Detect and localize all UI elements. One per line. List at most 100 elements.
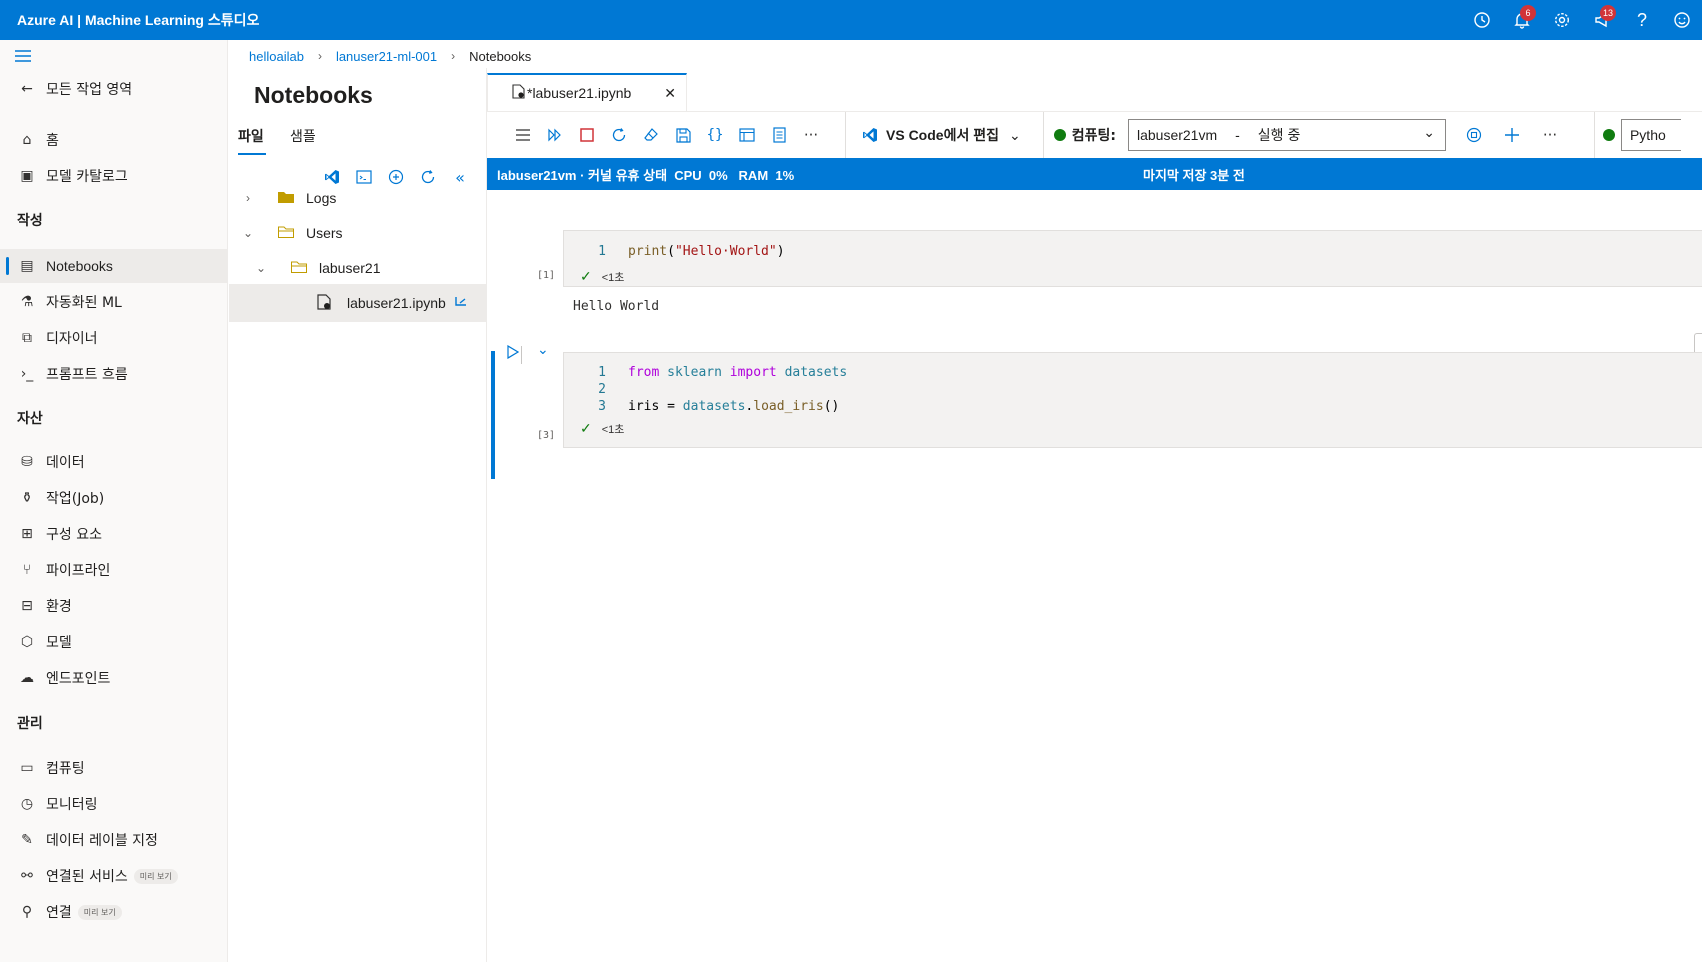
nav-label: Notebooks xyxy=(46,258,113,274)
eraser-icon[interactable] xyxy=(635,119,667,151)
code-line[interactable]: print("Hello·World") xyxy=(628,244,785,259)
nav-label: 파이프라인 xyxy=(46,563,111,579)
nav-data[interactable]: ⛁ 데이터 xyxy=(0,445,228,479)
breadcrumb-current: Notebooks xyxy=(469,48,532,64)
app-title[interactable]: Azure AI | Machine Learning 스튜디오 xyxy=(17,10,259,30)
nav-model-catalog[interactable]: ▣ 모델 카탈로그 xyxy=(0,159,228,193)
nav-endpoints[interactable]: ☁ 엔드포인트 xyxy=(0,661,228,695)
code-line[interactable]: iris = datasets.load_iris() xyxy=(628,399,839,414)
add-compute-icon[interactable] xyxy=(1496,119,1528,151)
nav-pipelines[interactable]: ⑂ 파이프라인 xyxy=(0,553,228,587)
menu-icon[interactable] xyxy=(507,119,539,151)
bell-icon[interactable]: 6 xyxy=(1502,0,1542,40)
variables-icon[interactable]: {} xyxy=(699,119,731,151)
compute-label: 컴퓨팅: xyxy=(1071,128,1116,144)
nav-data-labeling[interactable]: ✎ 데이터 레이블 지정 xyxy=(0,823,228,857)
compute-details-icon[interactable] xyxy=(1458,119,1490,151)
cell-output: Hello World xyxy=(573,299,660,314)
nav-environments[interactable]: ⊟ 환경 xyxy=(0,589,228,623)
tree-item-user-folder[interactable]: ⌄ labuser21 xyxy=(229,249,486,287)
nav-components[interactable]: ⊞ 구성 요소 xyxy=(0,517,228,551)
arrow-left-icon: ← xyxy=(21,81,33,97)
check-icon: ✓ xyxy=(580,268,592,284)
execution-count: [1] xyxy=(537,270,556,281)
notebook-icon: ▤ xyxy=(20,258,34,274)
flask-icon: ⚱ xyxy=(21,490,33,506)
nav-connections[interactable]: ⚲ 연결 미리 보기 xyxy=(0,895,228,929)
help-icon[interactable]: ? xyxy=(1622,0,1662,40)
toolbar-divider xyxy=(1593,112,1595,158)
nav-monitoring[interactable]: ◷ 모니터링 xyxy=(0,787,228,821)
tab-samples[interactable]: 샘플 xyxy=(290,126,316,146)
nav-notebooks[interactable]: ▤ Notebooks xyxy=(0,249,228,283)
nav-models[interactable]: ⬡ 모델 xyxy=(0,625,228,659)
data-icon: ⛁ xyxy=(21,454,33,470)
nav-compute[interactable]: ▭ 컴퓨팅 xyxy=(0,751,228,785)
automl-icon: ⚗ xyxy=(20,294,34,310)
compute-select[interactable]: labuser21vm - 실행 중 ⌄ xyxy=(1127,119,1446,151)
chevron-down-icon[interactable]: ⌄ xyxy=(537,342,549,358)
gear-icon[interactable] xyxy=(1542,0,1582,40)
more-icon[interactable]: ··· xyxy=(1534,119,1566,151)
run-all-icon[interactable] xyxy=(539,119,571,151)
notebook-tab[interactable]: *labuser21.ipynb ✕ xyxy=(487,73,687,111)
nav-label: 환경 xyxy=(46,599,72,615)
outline-icon[interactable] xyxy=(763,119,795,151)
home-icon: ⌂ xyxy=(22,132,32,148)
environment-icon: ⊟ xyxy=(21,598,33,614)
notebook-file-icon xyxy=(512,84,525,102)
chevron-right-icon: › xyxy=(451,49,456,63)
nav-all-workspaces[interactable]: ← 모든 작업 영역 xyxy=(0,72,228,106)
nav-label: 연결 xyxy=(46,905,72,921)
stop-icon[interactable] xyxy=(571,119,603,151)
tree-item-logs[interactable]: › Logs xyxy=(229,179,486,217)
notification-badge: 6 xyxy=(1520,5,1536,21)
megaphone-icon[interactable]: 13 xyxy=(1582,0,1622,40)
section-author: 작성 xyxy=(17,213,43,229)
close-icon[interactable]: ✕ xyxy=(664,85,676,102)
breadcrumb-workspace[interactable]: helloailab xyxy=(249,49,304,64)
preview-tag: 미리 보기 xyxy=(77,904,122,920)
table-of-contents-icon[interactable] xyxy=(731,119,763,151)
feedback-badge: 13 xyxy=(1599,5,1616,21)
kernel-select[interactable]: Pytho xyxy=(1620,119,1681,151)
restart-kernel-icon[interactable] xyxy=(603,119,635,151)
chevron-right-icon: › xyxy=(246,191,250,205)
nav-designer[interactable]: ⧉ 디자이너 xyxy=(0,321,228,355)
chevron-down-icon: ⌄ xyxy=(242,226,254,240)
clock-icon[interactable] xyxy=(1462,0,1502,40)
code-cell[interactable]: 1 2 3 from sklearn import datasets iris … xyxy=(563,352,1702,448)
file-pane: Notebooks 파일 샘플 « › Logs ⌄ Users ⌄ labus… xyxy=(229,68,487,962)
nav-home[interactable]: ⌂ 홈 xyxy=(0,123,228,157)
compute-status: 실행 중 xyxy=(1257,127,1301,143)
folder-icon xyxy=(278,190,294,206)
more-icon[interactable]: ··· xyxy=(795,119,827,151)
nav-label: 연결된 서비스 xyxy=(46,869,128,885)
vscode-edit-button[interactable]: VS Code에서 편집 ⌄ xyxy=(862,125,1021,145)
code-line[interactable]: from sklearn import datasets xyxy=(628,365,847,380)
tree-item-notebook[interactable]: labuser21.ipynb xyxy=(229,284,486,322)
nav-linked-services[interactable]: ⚯ 연결된 서비스 미리 보기 xyxy=(0,859,228,893)
last-saved-text: 마지막 저장 3분 전 xyxy=(1143,167,1245,183)
tree-item-users[interactable]: ⌄ Users xyxy=(229,214,486,252)
left-nav: ← 모든 작업 영역 ⌂ 홈 ▣ 모델 카탈로그 작성 ▤ Notebooks ⚗ 자동화… xyxy=(0,40,228,962)
nav-prompt-flow[interactable]: ›_ 프롬프트 흐름 xyxy=(0,357,228,391)
line-number: 3 xyxy=(598,399,606,414)
smiley-icon[interactable] xyxy=(1662,0,1702,40)
chevron-down-icon: ⌄ xyxy=(1008,126,1021,143)
folder-open-icon xyxy=(278,225,294,241)
code-cell[interactable]: 1 print("Hello·World") ✓ <1초 xyxy=(563,230,1702,287)
save-icon[interactable] xyxy=(667,119,699,151)
tab-files[interactable]: 파일 xyxy=(238,126,266,155)
execution-count: [3] xyxy=(537,430,556,441)
nav-jobs[interactable]: ⚱ 작업(Job) xyxy=(0,481,228,515)
run-cell-icon[interactable] xyxy=(507,344,520,363)
nav-label: 데이터 xyxy=(46,455,85,471)
nav-label: 데이터 레이블 지정 xyxy=(46,833,158,849)
notebook-file-icon xyxy=(317,293,331,313)
hamburger-icon[interactable] xyxy=(14,48,32,67)
nav-automl[interactable]: ⚗ 자동화된 ML xyxy=(0,285,228,319)
breadcrumb-resource[interactable]: lanuser21-ml-001 xyxy=(336,49,437,64)
kernel-status-text: labuser21vm · 커널 유휴 상태 CPU 0% RAM 1% xyxy=(497,167,795,183)
notebook-toolbar: {} ··· VS Code에서 편집 ⌄ 컴퓨팅: labuser21vm -… xyxy=(487,112,1702,158)
